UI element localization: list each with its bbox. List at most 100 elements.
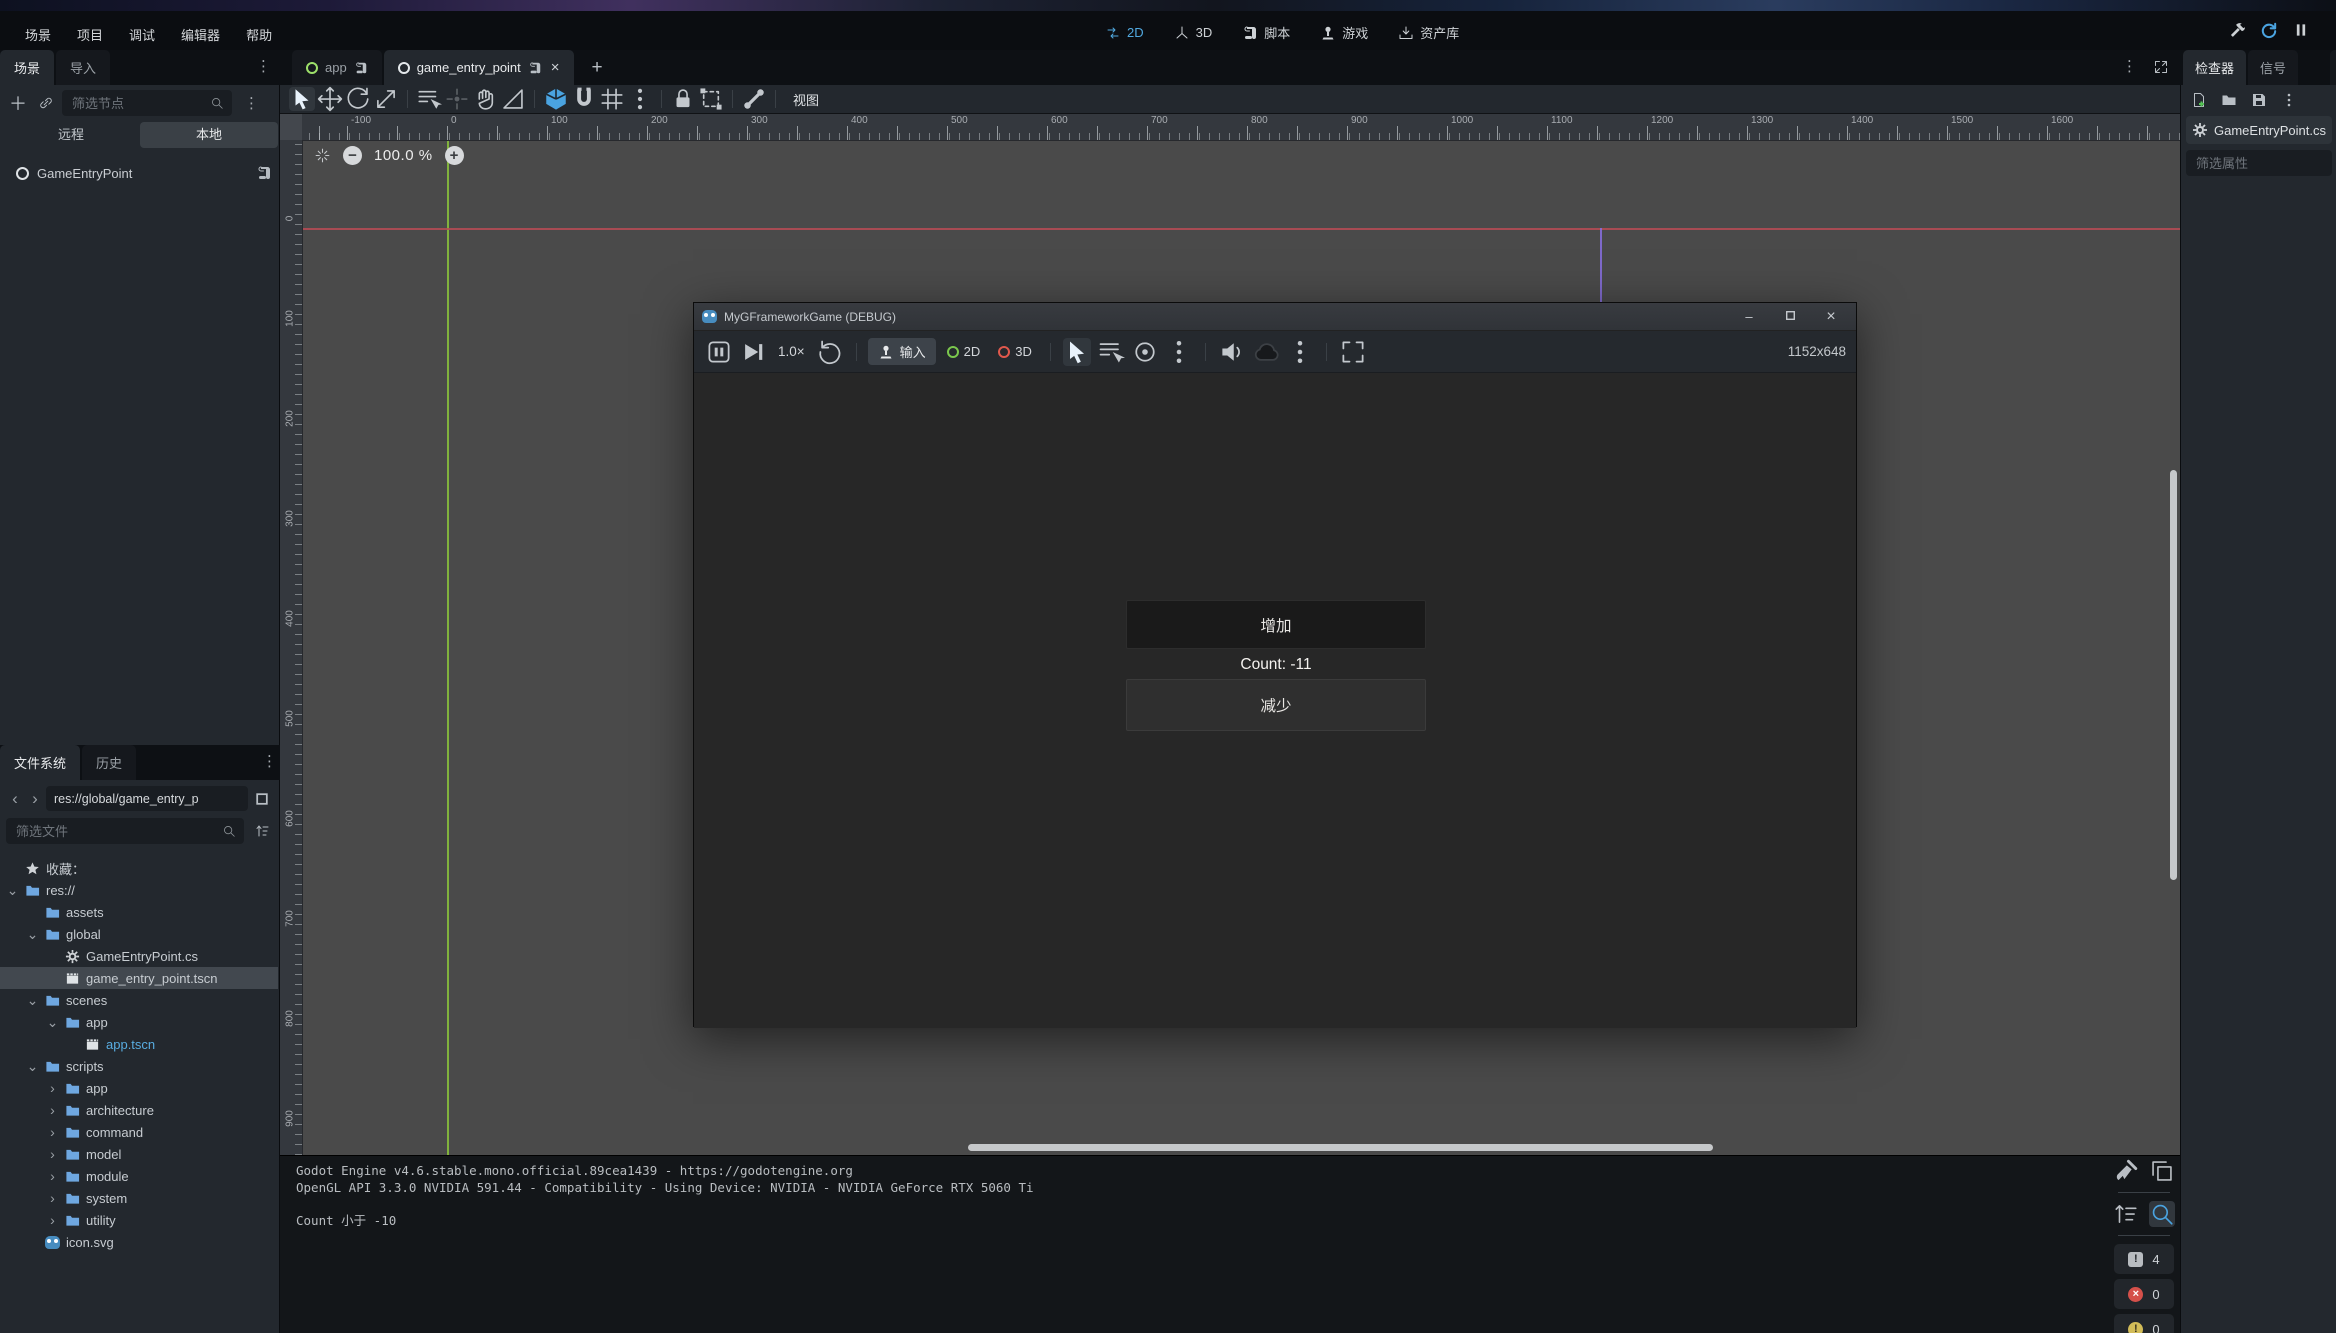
pivot-tool[interactable] xyxy=(444,87,470,111)
game-more-menu[interactable] xyxy=(1286,338,1314,366)
menu-debug[interactable]: 调试 xyxy=(116,22,168,47)
break-button[interactable] xyxy=(2228,21,2246,39)
new-resource-button[interactable] xyxy=(2187,88,2211,112)
increase-button[interactable]: 增加 xyxy=(1126,600,1426,649)
remote-tab[interactable]: 远程 xyxy=(2,122,140,148)
close-button[interactable]: × xyxy=(1814,308,1848,326)
ruler-tool[interactable] xyxy=(500,87,526,111)
error-count-badge[interactable]: ×0 xyxy=(2114,1279,2174,1309)
rotate-tool[interactable] xyxy=(345,87,371,111)
tree-expander-icon[interactable]: ⌄ xyxy=(26,992,39,1009)
tree-expander-icon[interactable]: › xyxy=(46,1124,59,1140)
sort-files-button[interactable] xyxy=(250,819,274,843)
tree-expander-icon[interactable]: › xyxy=(46,1146,59,1162)
reset-zoom-button[interactable] xyxy=(816,338,844,366)
minimize-button[interactable]: – xyxy=(1732,309,1766,324)
file-tree-row[interactable]: ⌄scenes xyxy=(0,989,278,1011)
open-script-icon[interactable] xyxy=(354,61,368,75)
menu-scene[interactable]: 场景 xyxy=(12,22,64,47)
scene-tree-menu[interactable]: ⋮ xyxy=(244,96,259,111)
nav-back-button[interactable]: ‹ xyxy=(6,789,24,809)
scene-dock-menu[interactable]: ⋮ xyxy=(256,59,271,74)
new-scene-tab-button[interactable]: + xyxy=(586,57,608,79)
file-tree-row[interactable]: ›command xyxy=(0,1121,278,1143)
mute-audio-button[interactable] xyxy=(1218,338,1246,366)
mode-2d-icon[interactable] xyxy=(1105,25,1121,41)
pan-tool[interactable] xyxy=(472,87,498,111)
close-tab-icon[interactable]: × xyxy=(551,59,560,76)
camera-3d-button[interactable]: 3D xyxy=(991,344,1039,359)
zoom-percent-button[interactable]: 100.0 % xyxy=(374,147,433,164)
joystick-icon[interactable] xyxy=(878,344,894,360)
distraction-free-icon[interactable] xyxy=(2153,59,2169,75)
edited-object-header[interactable]: GameEntryPoint.cs xyxy=(2186,116,2332,144)
file-tree-row[interactable]: ⌄res:// xyxy=(0,879,278,901)
embed-fullscreen-button[interactable] xyxy=(1339,338,1367,366)
tree-expander-icon[interactable]: › xyxy=(46,1080,59,1096)
script-icon[interactable] xyxy=(1242,25,1258,41)
file-tree-row[interactable]: icon.svg xyxy=(0,1231,278,1253)
inspector-tab-信号[interactable]: 信号 xyxy=(2248,50,2298,85)
local-tab[interactable]: 本地 xyxy=(140,122,278,148)
decrease-button[interactable]: 减少 xyxy=(1126,679,1426,731)
skeleton-options-menu[interactable] xyxy=(741,87,767,111)
file-tree-row[interactable]: ›model xyxy=(0,1143,278,1165)
continue-button[interactable] xyxy=(2260,21,2278,39)
save-resource-button[interactable] xyxy=(2247,88,2271,112)
warning-count-badge[interactable]: !0 xyxy=(2114,1314,2174,1333)
file-tree-row[interactable]: ›module xyxy=(0,1165,278,1187)
output-log[interactable]: Godot Engine v4.6.stable.mono.official.8… xyxy=(296,1163,1034,1229)
clear-output-button[interactable] xyxy=(2113,1158,2139,1184)
file-tree-row[interactable]: GameEntryPoint.cs xyxy=(0,945,278,967)
copy-output-button[interactable] xyxy=(2149,1158,2175,1184)
zoom-out-button[interactable]: − xyxy=(343,146,362,165)
tree-expander-icon[interactable]: › xyxy=(46,1190,59,1206)
file-tree-row[interactable]: ›architecture xyxy=(0,1099,278,1121)
filter-properties-input[interactable] xyxy=(2194,155,2324,172)
tray-download-icon[interactable] xyxy=(1398,25,1414,41)
lock-button[interactable] xyxy=(670,87,696,111)
tree-expander-icon[interactable]: ⌄ xyxy=(26,1058,39,1075)
open-script-icon[interactable] xyxy=(528,61,542,75)
tree-expander-icon[interactable]: ⌄ xyxy=(46,1014,59,1031)
2d-viewport[interactable]: -100010020030040050060070080090010001100… xyxy=(280,114,2180,1155)
move-tool[interactable] xyxy=(317,87,343,111)
game-list-select-button[interactable] xyxy=(1097,338,1125,366)
filter-nodes-input[interactable] xyxy=(70,95,210,112)
game-debug-window[interactable]: MyGFrameworkGame (DEBUG) – × 1.0×输入2D3D … xyxy=(693,302,1857,1027)
next-frame-button[interactable] xyxy=(739,338,767,366)
mode-2d[interactable]: 2D xyxy=(1095,20,1154,45)
grid-snap-toggle[interactable] xyxy=(599,87,625,111)
game-window-titlebar[interactable]: MyGFrameworkGame (DEBUG) – × xyxy=(694,303,1856,331)
select-tool[interactable] xyxy=(289,87,315,111)
mode-script[interactable]: 脚本 xyxy=(1232,20,1300,45)
debug-options-button[interactable] xyxy=(1252,338,1280,366)
file-tree-row[interactable]: 收藏： xyxy=(0,857,278,879)
scene-tab-app[interactable]: app xyxy=(292,50,382,85)
menu-help[interactable]: 帮助 xyxy=(233,22,285,47)
menu-editor[interactable]: 编辑器 xyxy=(168,22,233,47)
dock-tab-导入[interactable]: 导入 xyxy=(56,50,110,85)
filesystem-dock-menu[interactable]: ⋮ xyxy=(262,754,277,769)
resource-extra-menu[interactable] xyxy=(2277,88,2301,112)
pause-button[interactable] xyxy=(2292,21,2310,39)
collapse-duplicates-button[interactable] xyxy=(2113,1201,2139,1227)
mode-3d-icon[interactable] xyxy=(1174,25,1190,41)
tree-expander-icon[interactable]: ⌄ xyxy=(26,926,39,943)
fs-tab-文件系统[interactable]: 文件系统 xyxy=(0,745,80,780)
load-resource-button[interactable] xyxy=(2217,88,2241,112)
mode-game[interactable]: 游戏 xyxy=(1310,20,1378,45)
mode-assetlib[interactable]: 资产库 xyxy=(1388,20,1469,45)
scene-tab-game_entry_point[interactable]: game_entry_point× xyxy=(384,50,574,85)
tree-expander-icon[interactable]: › xyxy=(46,1102,59,1118)
file-tree-row[interactable]: ›system xyxy=(0,1187,278,1209)
tree-expander-icon[interactable]: › xyxy=(46,1168,59,1184)
maximize-button[interactable] xyxy=(1773,309,1807,324)
tree-expander-icon[interactable]: › xyxy=(46,1212,59,1228)
fs-tab-历史[interactable]: 历史 xyxy=(82,745,136,780)
snap-options-menu[interactable] xyxy=(627,87,653,111)
game-select-button[interactable] xyxy=(1063,338,1091,366)
tree-expander-icon[interactable]: ⌄ xyxy=(6,882,19,899)
current-path-field[interactable]: res://global/game_entry_p xyxy=(46,786,248,811)
view-menu[interactable]: 视图 xyxy=(783,88,829,111)
